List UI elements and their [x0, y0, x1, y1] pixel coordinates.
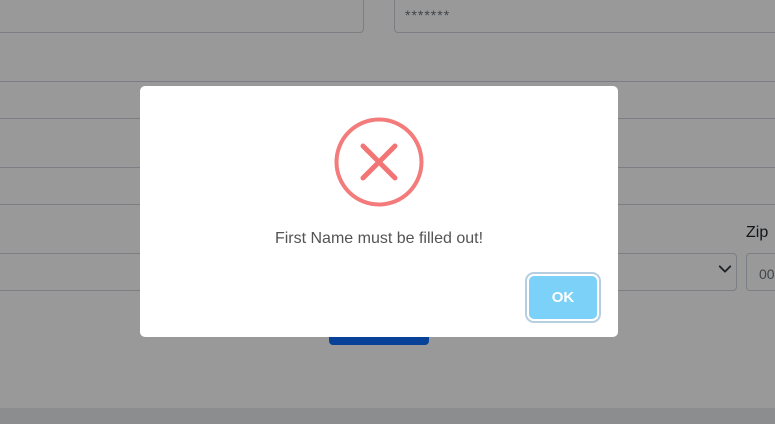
alert-modal: First Name must be filled out! OK: [140, 86, 618, 337]
alert-message: First Name must be filled out!: [274, 230, 484, 247]
error-x-icon: [334, 117, 424, 207]
ok-button[interactable]: OK: [529, 276, 597, 319]
